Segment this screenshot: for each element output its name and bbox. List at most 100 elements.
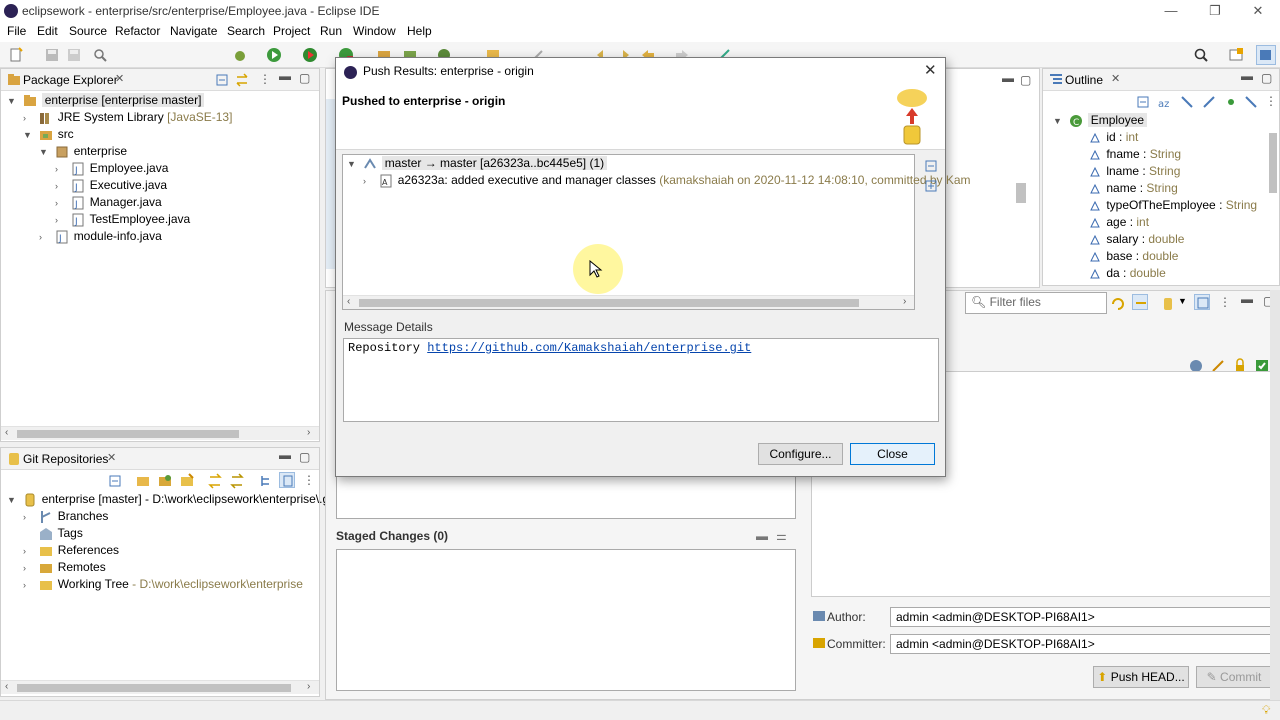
menu-help[interactable]: Help: [407, 24, 432, 38]
collapsed-icon[interactable]: ›: [23, 563, 35, 573]
tree-project-enterprise[interactable]: ▼ enterprise [enterprise master]: [7, 93, 205, 110]
outline-vscrollbar[interactable]: [1267, 113, 1279, 283]
outline-title[interactable]: Outline: [1065, 73, 1103, 87]
link-editor-icon[interactable]: [234, 72, 250, 88]
scroll-left-icon[interactable]: ‹: [5, 681, 8, 692]
close-view-icon[interactable]: ✕: [115, 72, 124, 85]
tree-branches[interactable]: › Branches: [23, 509, 108, 526]
tree-remotes[interactable]: › Remotes: [23, 560, 106, 577]
ref-update-row[interactable]: ▼ master → master [a26323a..bc445e5] (1): [347, 156, 608, 173]
restore-button[interactable]: ❐: [1204, 2, 1226, 20]
unstage-selected-icon[interactable]: ⚌: [776, 529, 787, 543]
maximize-view-icon[interactable]: ▢: [299, 71, 310, 85]
collapsed-icon[interactable]: ›: [23, 580, 35, 590]
unstaged-changes-list[interactable]: [336, 471, 796, 519]
collapsed-icon[interactable]: ›: [39, 232, 51, 242]
clone-repository-icon[interactable]: [157, 473, 173, 489]
tree-file-testemployee[interactable]: › J TestEmployee.java: [55, 212, 190, 229]
refresh-icon[interactable]: [1110, 296, 1126, 312]
dropdown-arrow-icon[interactable]: ▼: [1178, 296, 1187, 306]
tree-file-manager[interactable]: › J Manager.java: [55, 195, 162, 212]
collapsed-icon[interactable]: ›: [23, 113, 35, 123]
scroll-thumb[interactable]: [1269, 133, 1277, 193]
debug-icon[interactable]: [232, 47, 248, 63]
menu-file[interactable]: File: [7, 24, 26, 38]
dialog-close-icon[interactable]: ✕: [924, 61, 937, 79]
collapsed-icon[interactable]: ›: [55, 198, 67, 208]
git-repositories-hscrollbar[interactable]: ‹ ›: [1, 680, 319, 694]
expanded-icon[interactable]: ▼: [39, 147, 51, 157]
package-explorer-title[interactable]: Package Explorer: [23, 73, 118, 87]
menu-edit[interactable]: Edit: [37, 24, 58, 38]
outline-field[interactable]: salary : double: [1087, 232, 1184, 249]
tree-package-enterprise[interactable]: ▼ enterprise: [39, 144, 127, 161]
outline-field[interactable]: typeOfTheEmployee : String: [1087, 198, 1257, 215]
run-icon[interactable]: [266, 47, 282, 63]
view-menu-icon[interactable]: ⋮: [303, 473, 315, 487]
new-icon[interactable]: [8, 47, 24, 63]
add-repository-icon[interactable]: [135, 473, 151, 489]
sort-icon[interactable]: az: [1157, 94, 1173, 110]
unstage-all-icon[interactable]: ▬: [756, 529, 768, 543]
global-search-icon[interactable]: [1193, 47, 1209, 63]
expanded-icon[interactable]: ▼: [7, 495, 19, 505]
save-icon[interactable]: [44, 47, 60, 63]
menu-source[interactable]: Source: [69, 24, 107, 38]
scroll-left-icon[interactable]: ‹: [347, 296, 350, 307]
repository-url-link[interactable]: https://github.com/Kamakshaiah/enterpris…: [427, 341, 751, 355]
expanded-icon[interactable]: ▼: [7, 96, 19, 106]
tree-file-executive[interactable]: › J Executive.java: [55, 178, 167, 195]
collapsed-icon[interactable]: ›: [23, 512, 35, 522]
collapsed-icon[interactable]: ›: [55, 181, 67, 191]
expanded-icon[interactable]: ▼: [1053, 116, 1065, 126]
minimize-button[interactable]: —: [1160, 2, 1182, 20]
hide-local-types-icon[interactable]: [1243, 94, 1259, 110]
close-window-button[interactable]: ✕: [1247, 2, 1269, 20]
scroll-right-icon[interactable]: ›: [307, 681, 310, 692]
tree-file-employee[interactable]: › J Employee.java: [55, 161, 168, 178]
menu-refactor[interactable]: Refactor: [115, 24, 160, 38]
repository-select-icon[interactable]: [1160, 296, 1176, 312]
hierarchical-layout-icon[interactable]: [259, 473, 275, 489]
minimize-view-icon[interactable]: ▬: [1241, 292, 1253, 306]
git-repositories-title[interactable]: Git Repositories: [23, 452, 108, 466]
maximize-view-icon[interactable]: ▢: [1261, 71, 1272, 85]
menu-navigate[interactable]: Navigate: [170, 24, 217, 38]
expanded-icon[interactable]: ▼: [347, 159, 359, 169]
message-details-box[interactable]: Repository https://github.com/Kamakshaia…: [343, 338, 939, 422]
hide-static-icon[interactable]: [1201, 94, 1217, 110]
scroll-left-icon[interactable]: ‹: [5, 427, 8, 438]
maximize-view-icon[interactable]: ▢: [299, 450, 310, 464]
maximize-editor-icon[interactable]: ▢: [1020, 73, 1031, 87]
tree-references[interactable]: › References: [23, 543, 119, 560]
coverage-icon[interactable]: [302, 47, 318, 63]
commit-row[interactable]: › A a26323a: added executive and manager…: [363, 173, 971, 190]
tree-src-folder[interactable]: ▼ src: [23, 127, 74, 144]
collapse-all-icon[interactable]: [214, 72, 230, 88]
collapse-all-icon[interactable]: [1135, 94, 1151, 110]
scroll-right-icon[interactable]: ›: [903, 296, 906, 307]
staged-changes-list[interactable]: [336, 549, 796, 691]
push-result-tree[interactable]: ▼ master → master [a26323a..bc445e5] (1)…: [342, 154, 971, 310]
outline-field[interactable]: base : double: [1087, 249, 1178, 266]
save-all-icon[interactable]: [66, 47, 82, 63]
link-selection-icon[interactable]: [279, 472, 295, 488]
outline-field[interactable]: da : double: [1087, 266, 1166, 283]
menu-project[interactable]: Project: [273, 24, 310, 38]
minimize-view-icon[interactable]: ▬: [279, 69, 291, 83]
collapse-all-icon[interactable]: [923, 158, 939, 174]
expanded-icon[interactable]: ▼: [23, 130, 35, 140]
committer-field[interactable]: admin <admin@DESKTOP-PI68AI1>: [890, 634, 1271, 654]
collapsed-icon[interactable]: ›: [363, 176, 375, 186]
status-lightbulb-icon[interactable]: 💡︎: [1262, 703, 1270, 718]
minimize-editor-icon[interactable]: ▬: [1002, 71, 1014, 85]
scroll-thumb[interactable]: [17, 684, 291, 692]
collapsed-icon[interactable]: ›: [23, 546, 35, 556]
view-menu-icon[interactable]: ⋮: [259, 72, 271, 86]
tree-working-tree[interactable]: › Working Tree - D:\work\eclipsework\ent…: [23, 577, 303, 594]
scroll-right-icon[interactable]: ›: [307, 427, 310, 438]
commit-button[interactable]: ✎ Commit: [1196, 666, 1272, 688]
view-menu-icon[interactable]: ⋮: [1219, 295, 1231, 309]
outline-field[interactable]: name : String: [1087, 181, 1178, 198]
close-view-icon[interactable]: ✕: [107, 451, 116, 464]
